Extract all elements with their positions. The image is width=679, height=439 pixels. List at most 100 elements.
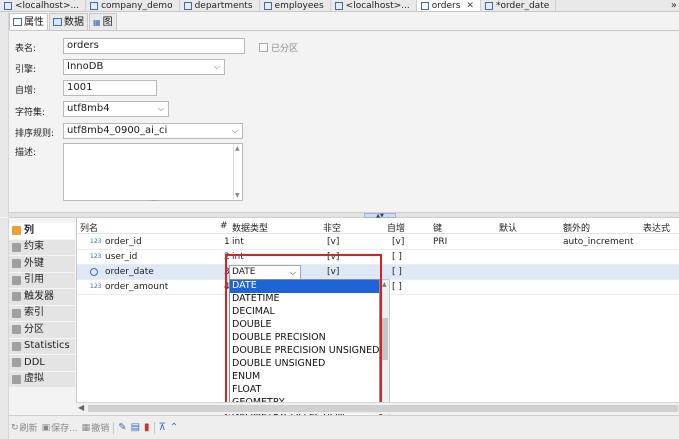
cell-autoinc[interactable]: [ ] bbox=[392, 267, 402, 277]
section-icon bbox=[12, 325, 21, 335]
editor-tab-5[interactable]: orders ✕ bbox=[416, 0, 481, 11]
table-icon bbox=[263, 2, 272, 10]
save-button[interactable]: ▣ 保存... bbox=[41, 421, 78, 435]
sub-tab-bar: 属性 数据 ▦ 图 bbox=[9, 13, 118, 30]
table-name-label: 表名: bbox=[15, 44, 37, 54]
cell-autoinc[interactable]: [ ] bbox=[392, 282, 402, 292]
delete-icon[interactable]: ▮ bbox=[144, 422, 150, 433]
collation-select[interactable]: utf8mb4_0900_ai_ci ⌵ bbox=[63, 123, 243, 139]
number-type-icon: 123 bbox=[90, 253, 102, 260]
nav-item-1[interactable]: 约束 bbox=[9, 239, 75, 256]
diagram-icon: ▦ bbox=[93, 17, 101, 27]
grid-icon bbox=[13, 18, 22, 26]
document-icon[interactable]: ▤ bbox=[131, 422, 140, 433]
tab-properties[interactable]: 属性 bbox=[9, 13, 48, 30]
tab-data[interactable]: 数据 bbox=[49, 13, 88, 30]
cell-name[interactable]: order_amount bbox=[105, 282, 168, 292]
col-header-num[interactable]: # bbox=[220, 221, 228, 231]
section-icon bbox=[12, 358, 21, 368]
cell-key[interactable]: PRI bbox=[433, 237, 447, 247]
engine-label: 引擎: bbox=[15, 65, 37, 75]
charset-select[interactable]: utf8mb4 ⌵ bbox=[63, 101, 169, 117]
editor-tab-0[interactable]: <localhost>... bbox=[0, 0, 87, 11]
section-nav: 列约束 外键 引用 触发器 索引 分区 Statistics DDL 虚拟 bbox=[9, 223, 75, 401]
section-icon bbox=[12, 374, 21, 384]
nav-item-2[interactable]: 外键 bbox=[9, 256, 75, 273]
cell-num[interactable]: 1 bbox=[224, 237, 230, 247]
table-icon bbox=[53, 18, 62, 26]
editor-tab-4[interactable]: <localhost>... bbox=[331, 0, 417, 11]
section-icon bbox=[12, 259, 21, 269]
partition-checkbox[interactable]: 已分区 bbox=[259, 41, 298, 54]
move-up-icon[interactable]: ⌃ bbox=[170, 422, 178, 433]
cell-notnull[interactable]: [v] bbox=[327, 237, 339, 247]
table-icon bbox=[334, 2, 343, 10]
toolbar-divider bbox=[153, 421, 155, 434]
edit-icon[interactable]: ✎ bbox=[118, 422, 126, 433]
textarea-scrollbar[interactable]: ▲ ▼ bbox=[233, 144, 242, 200]
tab-overflow-icon[interactable]: » bbox=[671, 0, 677, 11]
nav-item-8[interactable]: DDL bbox=[9, 355, 75, 372]
cell-extra[interactable]: auto_increment bbox=[563, 237, 633, 247]
col-header-key[interactable]: 键 bbox=[433, 221, 442, 234]
grid-header: 列名 # 数据类型 非空 自增 键 默认 额外的 表达式 bbox=[77, 218, 679, 234]
col-header-type[interactable]: 数据类型 bbox=[232, 221, 268, 234]
table-row[interactable]: 123 order_id 1 int [v] [v] PRI auto_increment bbox=[77, 235, 679, 250]
move-top-icon[interactable]: ⊼ bbox=[159, 422, 166, 433]
table-icon bbox=[90, 2, 99, 10]
nav-item-0[interactable]: 列 bbox=[9, 223, 75, 240]
undo-button[interactable]: ▦ 撤销 bbox=[81, 421, 110, 435]
chevron-down-icon: ⌵ bbox=[157, 104, 164, 113]
arrow-up-icon: ▲ bbox=[235, 145, 240, 152]
col-header-extra[interactable]: 额外的 bbox=[563, 221, 590, 234]
editor-tab-2[interactable]: departments bbox=[180, 0, 260, 11]
close-icon[interactable]: ✕ bbox=[466, 1, 474, 11]
cell-name[interactable]: user_id bbox=[105, 252, 137, 262]
table-icon bbox=[484, 2, 493, 10]
engine-select[interactable]: InnoDB ⌵ bbox=[63, 59, 225, 75]
table-icon bbox=[183, 2, 192, 10]
description-textarea[interactable]: ▲ ▼ bbox=[63, 143, 243, 201]
col-header-expression[interactable]: 表达式 bbox=[643, 221, 670, 234]
editor-tab-6[interactable]: *order_date bbox=[481, 0, 557, 11]
section-icon bbox=[12, 341, 21, 351]
toolbar-divider bbox=[113, 421, 115, 434]
nav-item-3[interactable]: 引用 bbox=[9, 272, 75, 289]
undo-icon: ▦ bbox=[81, 422, 91, 433]
table-editor: <localhost>... company_demo departments emp… bbox=[0, 0, 679, 439]
arrow-left-icon: ◀ bbox=[78, 403, 85, 412]
horizontal-scrollbar[interactable]: ◀ bbox=[76, 402, 679, 414]
col-header-name[interactable]: 列名 bbox=[80, 221, 98, 234]
collation-label: 排序规则: bbox=[15, 129, 55, 139]
refresh-button[interactable]: ↻ 刷新 bbox=[11, 421, 38, 435]
nav-item-5[interactable]: 索引 bbox=[9, 305, 75, 322]
nav-item-9[interactable]: 虚拟 bbox=[9, 371, 75, 388]
arrow-down-icon: ▼ bbox=[235, 192, 240, 199]
left-strip bbox=[0, 12, 9, 217]
nav-item-7[interactable]: Statistics bbox=[9, 338, 75, 355]
editor-tab-3[interactable]: employees bbox=[260, 0, 331, 11]
cell-name[interactable]: order_date bbox=[105, 267, 154, 277]
cell-name[interactable]: order_id bbox=[105, 237, 142, 247]
col-header-autoinc[interactable]: 自增 bbox=[387, 221, 405, 234]
editor-tab-1[interactable]: company_demo bbox=[86, 0, 180, 11]
nav-item-6[interactable]: 分区 bbox=[9, 322, 75, 339]
scroll-thumb[interactable] bbox=[381, 318, 388, 360]
cell-type[interactable]: int bbox=[232, 237, 244, 247]
chevron-down-icon: ⌵ bbox=[231, 126, 238, 135]
section-icon bbox=[12, 226, 21, 236]
col-header-notnull[interactable]: 非空 bbox=[323, 221, 341, 234]
bottom-toolbar: ↻ 刷新 ▣ 保存... ▦ 撤销 ✎ ▤ ▮ ⊼ ⌃ bbox=[9, 415, 679, 439]
nav-item-4[interactable]: 触发器 bbox=[9, 289, 75, 306]
auto-inc-input[interactable]: 1001 bbox=[63, 80, 157, 96]
cell-autoinc[interactable]: [ ] bbox=[392, 252, 402, 262]
charset-label: 字符集: bbox=[15, 108, 46, 118]
table-name-input[interactable]: orders bbox=[63, 38, 245, 54]
cell-autoinc[interactable]: [v] bbox=[392, 237, 404, 247]
resize-grip-icon[interactable]: ···· bbox=[149, 197, 158, 205]
scroll-thumb[interactable] bbox=[88, 405, 678, 412]
arrow-up-icon: ▲ bbox=[382, 281, 387, 288]
col-header-default[interactable]: 默认 bbox=[499, 221, 517, 234]
save-icon: ▣ bbox=[41, 422, 51, 433]
tab-diagram[interactable]: ▦ 图 bbox=[89, 13, 117, 30]
